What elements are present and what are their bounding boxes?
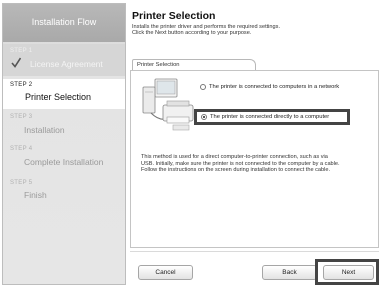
divider (130, 251, 379, 252)
printer-computer-illustration (142, 78, 194, 131)
step-label: Printer Selection (25, 92, 92, 102)
step-number: STEP 4 (10, 146, 33, 152)
note-line: Follow the instructions on the screen du… (141, 167, 331, 174)
note-line: USB. Initially, make sure the printer is… (141, 160, 340, 167)
step-number: STEP 2 (10, 82, 33, 88)
main-header: Printer Selection Installs the printer d… (132, 10, 378, 37)
cancel-button[interactable]: Cancel (138, 265, 193, 280)
next-button[interactable]: Next (323, 265, 374, 280)
step-label: Installation (24, 125, 65, 135)
tab-printer-selection[interactable]: Printer Selection (132, 59, 256, 70)
installer-window: Installation Flow STEP 1 License Agreeme… (0, 0, 381, 287)
step-printer-selection: STEP 2 Printer Selection (3, 79, 125, 109)
option-label: The printer is connected directly to a c… (210, 114, 330, 120)
step-number: STEP 5 (10, 180, 33, 186)
radio-network[interactable] (200, 84, 206, 90)
step-label: Complete Installation (24, 157, 104, 167)
installation-flow-sidebar: Installation Flow STEP 1 License Agreeme… (2, 3, 126, 285)
step-number: STEP 3 (10, 114, 33, 120)
note-line: This method is used for a direct compute… (141, 154, 328, 160)
option-direct-connection[interactable]: The printer is connected directly to a c… (194, 109, 350, 125)
checkmark-icon (11, 57, 21, 68)
radio-direct[interactable] (201, 114, 207, 120)
sidebar-title: Installation Flow (31, 17, 97, 27)
page-description: Installs the printer driver and performs… (132, 24, 378, 37)
step-license-agreement: STEP 1 License Agreement (3, 44, 125, 76)
next-button-highlight: Next (315, 259, 379, 285)
step-label: License Agreement (30, 59, 103, 69)
option-label: The printer is connected to computers in… (209, 84, 340, 90)
description-line: Click the Next button according to your … (132, 30, 252, 37)
step-label: Finish (24, 190, 47, 200)
connection-note: This method is used for a direct compute… (141, 154, 373, 174)
back-button[interactable]: Back (262, 265, 317, 280)
option-network-connection[interactable]: The printer is connected to computers in… (200, 84, 339, 90)
sidebar-header: Installation Flow (3, 4, 125, 42)
page-title: Printer Selection (132, 10, 216, 22)
step-number: STEP 1 (10, 48, 33, 54)
